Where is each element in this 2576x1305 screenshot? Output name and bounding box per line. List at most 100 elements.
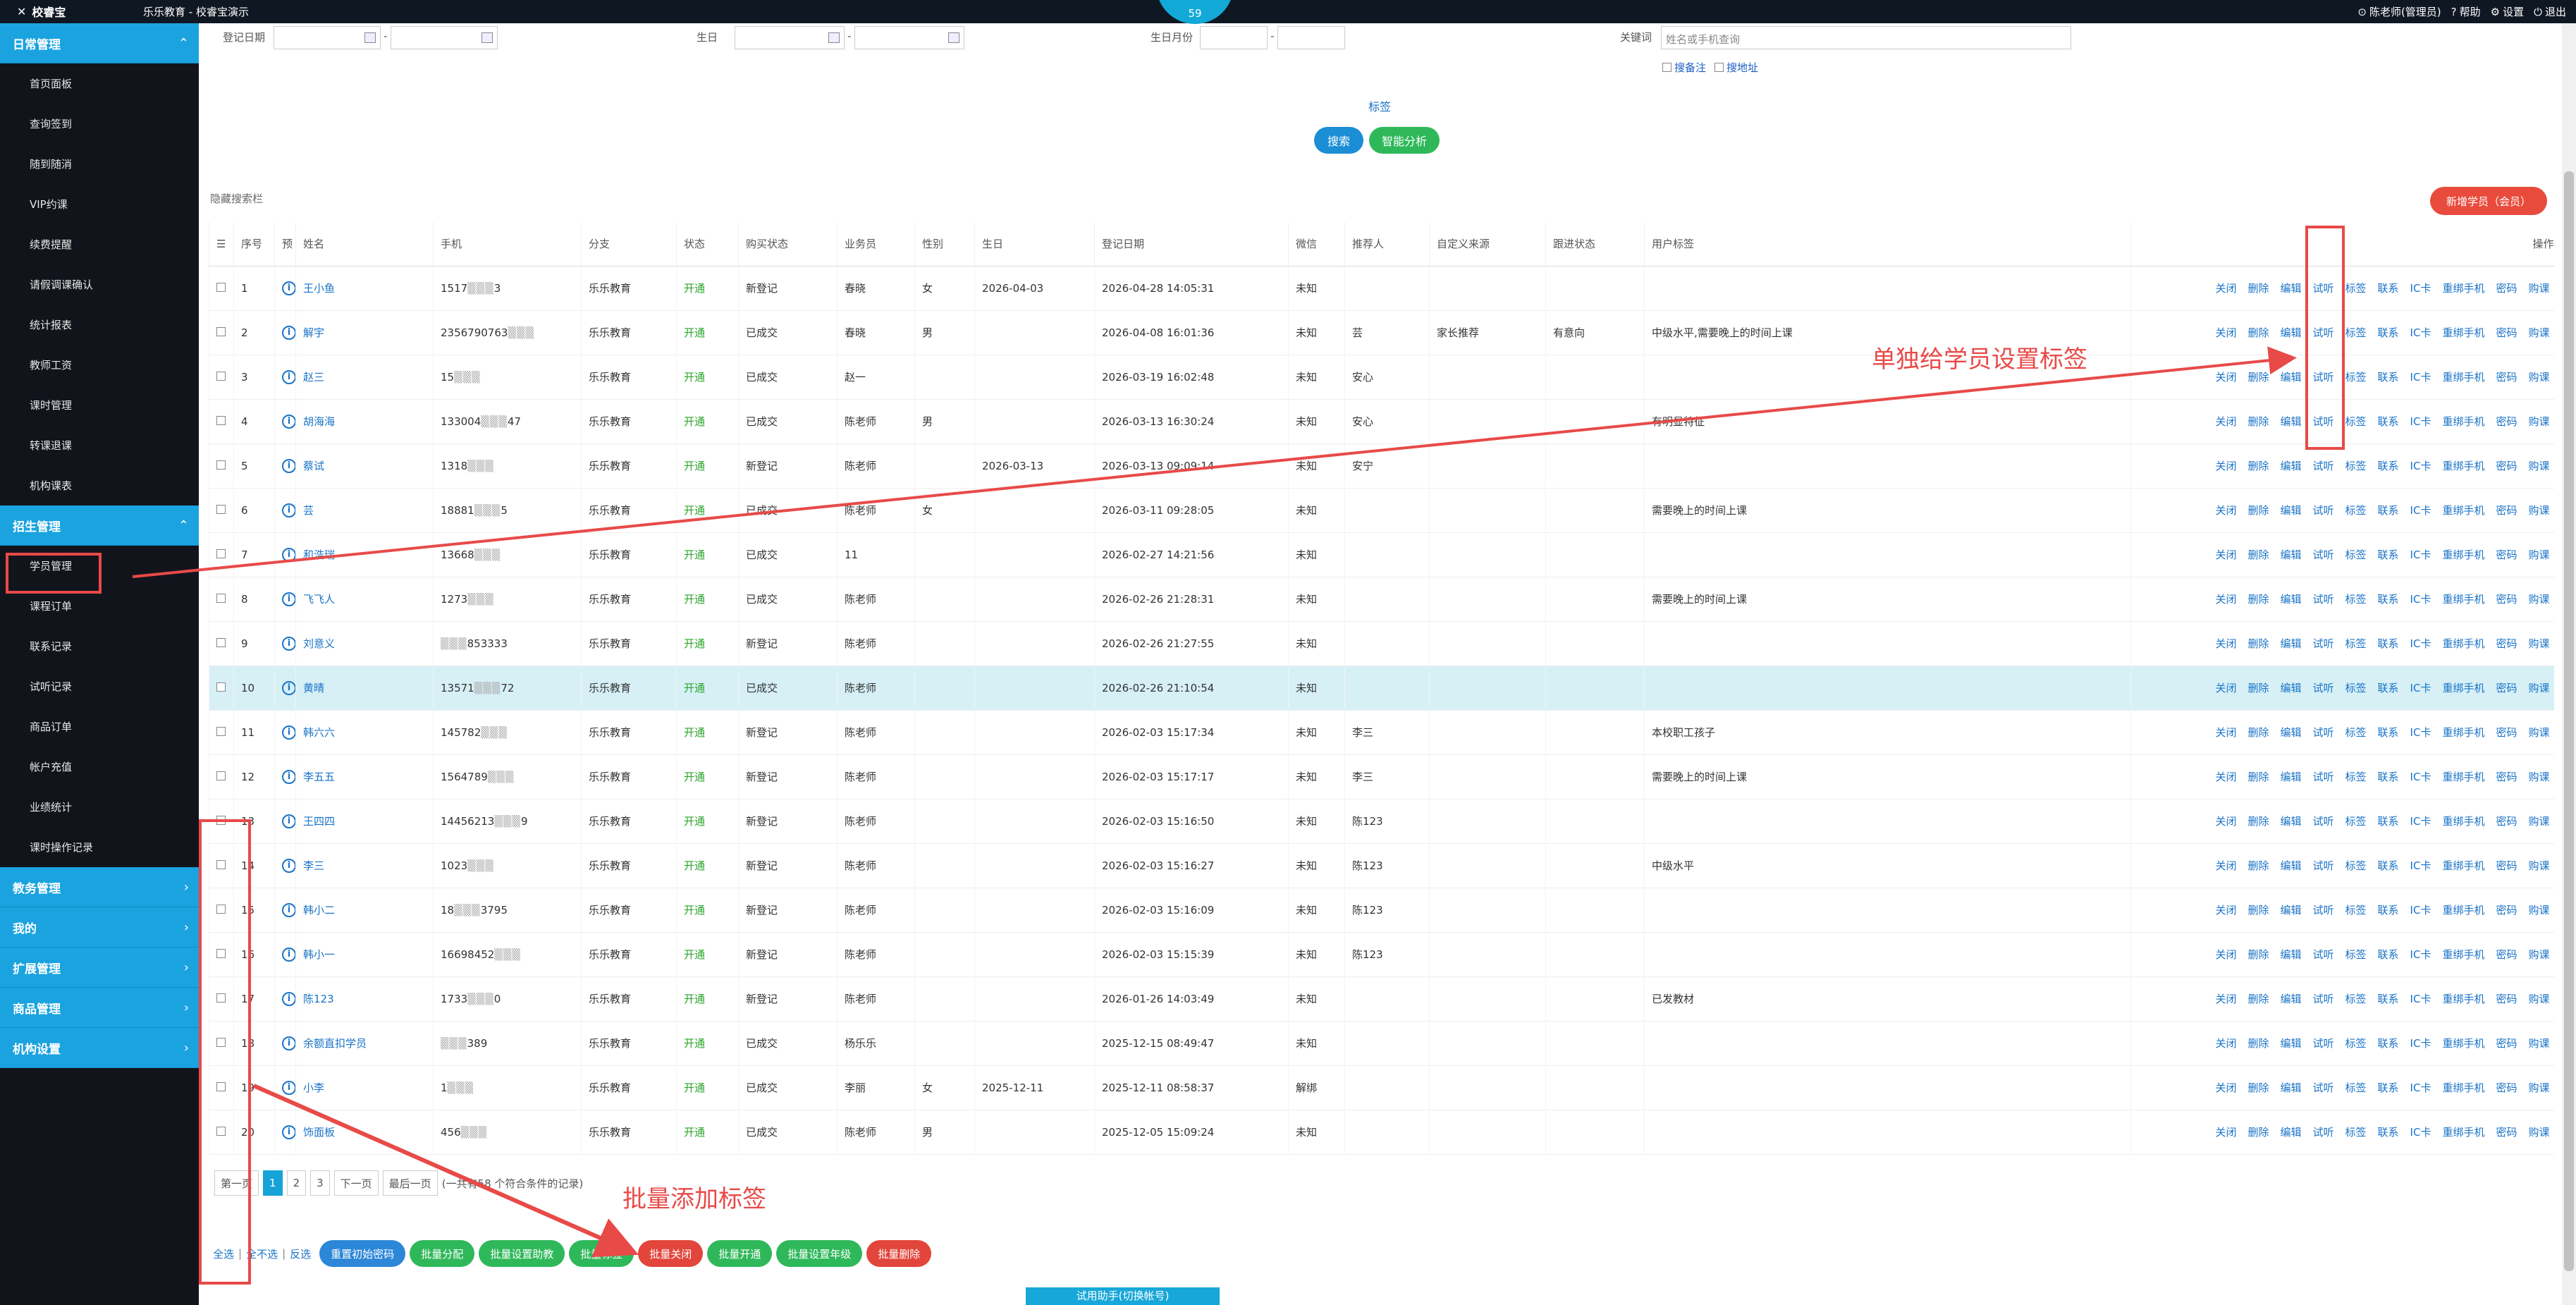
name-cell[interactable]: 李五五 [295, 754, 434, 799]
row-action-link[interactable]: 编辑 [2280, 637, 2301, 650]
row-action-link[interactable]: 编辑 [2280, 1126, 2301, 1139]
row-action-link[interactable]: IC卡 [2410, 1126, 2431, 1139]
row-action-link[interactable]: 编辑 [2280, 326, 2301, 339]
row-action-link[interactable]: 删除 [2247, 504, 2269, 517]
info-icon[interactable]: i [282, 992, 296, 1006]
row-action-link[interactable]: 重绑手机 [2442, 1037, 2484, 1050]
row-action-link[interactable]: 购课 [2528, 593, 2549, 606]
row-action-link[interactable]: 重绑手机 [2442, 993, 2484, 1005]
row-action-link[interactable]: IC卡 [2410, 993, 2431, 1005]
sidebar-item[interactable]: 随到随消 [0, 144, 199, 184]
row-action-link[interactable]: 密码 [2496, 859, 2517, 872]
row-action-link[interactable]: 重绑手机 [2442, 593, 2484, 606]
row-action-link[interactable]: 联系 [2378, 1126, 2399, 1139]
row-action-link[interactable]: 编辑 [2280, 415, 2301, 428]
row-action-link[interactable]: 标签 [2345, 948, 2367, 961]
row-action-link[interactable]: 标签 [2345, 593, 2367, 606]
row-action-link[interactable]: 购课 [2528, 504, 2549, 517]
row-action-link[interactable]: 密码 [2496, 549, 2517, 561]
row-action-link[interactable]: IC卡 [2410, 326, 2431, 339]
search-remark-checkbox[interactable]: 搜备注 [1662, 60, 1706, 75]
calendar-icon[interactable] [482, 32, 493, 43]
bulk-action-button[interactable]: 批量关闭 [638, 1240, 704, 1267]
settings-link[interactable]: ⚙ 设置 [2491, 4, 2524, 19]
name-cell[interactable]: 胡海海 [295, 399, 434, 444]
last-page-button[interactable]: 最后一页 [382, 1170, 438, 1196]
info-icon[interactable]: i [282, 725, 296, 740]
row-action-link[interactable]: 关闭 [2215, 1126, 2236, 1139]
sidebar-group[interactable]: 招生管理 ⌃ [0, 506, 199, 546]
row-action-link[interactable]: 标签 [2345, 415, 2367, 428]
row-action-link[interactable]: 删除 [2247, 859, 2269, 872]
calendar-icon[interactable] [364, 32, 376, 43]
sidebar-item[interactable]: VIP约课 [0, 184, 199, 224]
row-action-link[interactable]: 删除 [2247, 415, 2269, 428]
info-icon[interactable]: i [282, 415, 296, 429]
row-action-link[interactable]: 删除 [2247, 549, 2269, 561]
row-action-link[interactable]: 试听 [2313, 549, 2334, 561]
row-action-link[interactable]: 试听 [2313, 904, 2334, 917]
row-action-link[interactable]: IC卡 [2410, 771, 2431, 783]
row-action-link[interactable]: 关闭 [2215, 637, 2236, 650]
row-action-link[interactable]: 编辑 [2280, 771, 2301, 783]
info-icon[interactable]: i [282, 1081, 296, 1095]
row-action-link[interactable]: 密码 [2496, 371, 2517, 384]
row-action-link[interactable]: 密码 [2496, 904, 2517, 917]
row-action-link[interactable]: 密码 [2496, 948, 2517, 961]
row-action-link[interactable]: 试听 [2313, 1082, 2334, 1094]
row-action-link[interactable]: 关闭 [2215, 993, 2236, 1005]
row-action-link[interactable]: 试听 [2313, 771, 2334, 783]
row-action-link[interactable]: IC卡 [2410, 371, 2431, 384]
row-action-link[interactable]: 删除 [2247, 771, 2269, 783]
row-action-link[interactable]: 联系 [2378, 815, 2399, 828]
row-action-link[interactable]: 编辑 [2280, 859, 2301, 872]
name-cell[interactable]: 解宇 [295, 310, 434, 355]
row-action-link[interactable]: 试听 [2313, 637, 2334, 650]
row-action-link[interactable]: 关闭 [2215, 859, 2236, 872]
row-action-link[interactable]: 试听 [2313, 682, 2334, 694]
sidebar-item[interactable]: 课时管理 [0, 385, 199, 425]
row-action-link[interactable]: IC卡 [2410, 1082, 2431, 1094]
row-action-link[interactable]: 购课 [2528, 859, 2549, 872]
help-link[interactable]: ? 帮助 [2451, 4, 2481, 19]
row-action-link[interactable]: 重绑手机 [2442, 1082, 2484, 1094]
row-action-link[interactable]: 购课 [2528, 415, 2549, 428]
row-action-link[interactable]: 试听 [2313, 460, 2334, 472]
info-icon[interactable]: i [282, 503, 296, 517]
bulk-action-button[interactable]: 批量开通 [707, 1240, 773, 1267]
row-action-link[interactable]: 密码 [2496, 593, 2517, 606]
name-cell[interactable]: 李三 [295, 843, 434, 888]
hide-search-toggle[interactable]: 隐藏搜索栏 [210, 191, 263, 206]
name-cell[interactable]: 和浩瑞 [295, 532, 434, 577]
row-action-link[interactable]: 重绑手机 [2442, 637, 2484, 650]
row-action-link[interactable]: 联系 [2378, 282, 2399, 295]
info-icon[interactable]: i [282, 370, 296, 384]
row-action-link[interactable]: 购课 [2528, 815, 2549, 828]
row-action-link[interactable]: IC卡 [2410, 415, 2431, 428]
info-icon[interactable]: i [282, 548, 296, 562]
row-action-link[interactable]: 标签 [2345, 1126, 2367, 1139]
row-action-link[interactable]: 密码 [2496, 460, 2517, 472]
birthday-end-input[interactable] [854, 26, 964, 49]
app-logo[interactable]: ✕ 校睿宝 [17, 3, 66, 20]
row-action-link[interactable]: 删除 [2247, 904, 2269, 917]
name-cell[interactable]: 黄晴 [295, 666, 434, 711]
row-checkbox[interactable] [216, 549, 226, 558]
row-action-link[interactable]: 密码 [2496, 504, 2517, 517]
row-action-link[interactable]: 关闭 [2215, 904, 2236, 917]
calendar-icon[interactable] [828, 32, 840, 43]
sidebar-item[interactable]: 转课退课 [0, 425, 199, 465]
row-action-link[interactable]: 编辑 [2280, 1082, 2301, 1094]
row-checkbox[interactable] [216, 771, 226, 780]
sidebar-group[interactable]: 日常管理 ⌃ [0, 23, 199, 63]
info-icon[interactable]: i [282, 903, 296, 917]
row-action-link[interactable]: IC卡 [2410, 726, 2431, 739]
page-2-button[interactable]: 2 [286, 1170, 307, 1196]
row-action-link[interactable]: 重绑手机 [2442, 460, 2484, 472]
info-icon[interactable]: i [282, 637, 296, 651]
row-action-link[interactable]: 重绑手机 [2442, 682, 2484, 694]
birthday-start-input[interactable] [735, 26, 845, 49]
sidebar-group[interactable]: 商品管理 › [0, 988, 199, 1028]
row-action-link[interactable]: 试听 [2313, 815, 2334, 828]
row-action-link[interactable]: 编辑 [2280, 504, 2301, 517]
